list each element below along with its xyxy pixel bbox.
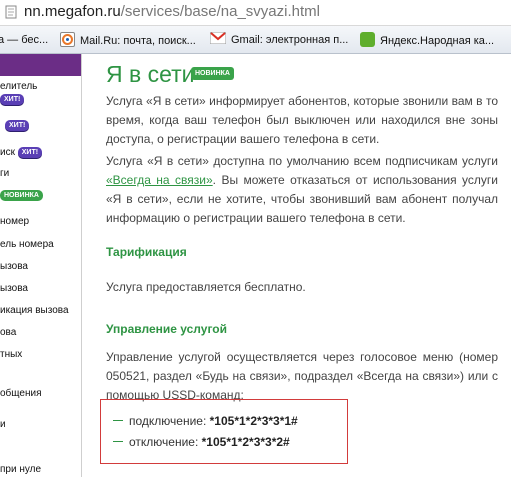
ussd-code: *105*1*2*3*3*2# bbox=[201, 435, 290, 449]
sidebar-item-label: общения bbox=[0, 388, 42, 399]
bookmark-label: а — бес... bbox=[0, 34, 49, 46]
url-text[interactable]: nn.megafon.ru/services/base/na_svyazi.ht… bbox=[24, 3, 320, 21]
url-host: nn.megafon.ru bbox=[24, 3, 121, 20]
bookmark-label: Яндекс.Народная ка... bbox=[380, 35, 495, 47]
sidebar-item-label: и bbox=[0, 419, 6, 430]
sidebar-item[interactable]: ги bbox=[0, 168, 9, 180]
manage-paragraph: Управление услугой осуществляется через … bbox=[106, 350, 498, 402]
sidebar-top-bar bbox=[0, 54, 81, 76]
sidebar-item[interactable]: номер bbox=[0, 216, 29, 228]
hit-badge: ХИТ! bbox=[0, 94, 25, 105]
sidebar-item-label: икация вызова bbox=[0, 305, 69, 316]
sidebar-item-label: ова bbox=[0, 327, 17, 338]
sidebar-item[interactable]: ова bbox=[0, 327, 16, 339]
sidebar-item[interactable]: тных bbox=[0, 349, 22, 361]
ussd-code: *105*1*2*3*3*1# bbox=[209, 414, 298, 428]
sidebar-item-label: ызова bbox=[0, 283, 28, 294]
bookmark-label: Mail.Ru: почта, поиск... bbox=[80, 35, 196, 47]
sidebar: елитель ХИТ! ХИТ! иск ХИТ! ги НОВИНКА но… bbox=[0, 54, 82, 477]
sidebar-item[interactable]: общения bbox=[0, 388, 42, 400]
sidebar-item[interactable]: ель номера bbox=[0, 239, 54, 251]
bookmark-yandex[interactable]: Яндекс.Народная ка... bbox=[360, 32, 494, 48]
new-badge: НОВИНКА bbox=[191, 67, 234, 80]
sidebar-item-label: ги bbox=[0, 168, 10, 179]
mailru-icon bbox=[60, 32, 75, 47]
sidebar-item[interactable]: и bbox=[0, 419, 6, 431]
bookmark-label: Gmail: электронная п... bbox=[231, 34, 349, 46]
cmd-label: подключение: bbox=[129, 414, 207, 428]
sidebar-item[interactable]: при нуле bbox=[0, 464, 41, 476]
gmail-icon bbox=[210, 32, 226, 44]
sidebar-item[interactable]: икация вызова bbox=[0, 305, 69, 317]
sidebar-item-label: елитель bbox=[0, 81, 38, 92]
bookmark-1[interactable]: а — бес... bbox=[0, 32, 48, 48]
bookmark-mailru[interactable]: Mail.Ru: почта, поиск... bbox=[60, 32, 196, 48]
sidebar-item-label: тных bbox=[0, 349, 23, 360]
default-paragraph: Услуга «Я в сети» доступна по умолчанию … bbox=[106, 152, 498, 228]
manage-heading: Управление услугой bbox=[106, 322, 227, 336]
puzzle-icon bbox=[360, 32, 375, 47]
always-connected-link[interactable]: «Всегда на связи» bbox=[106, 173, 213, 187]
ussd-connect: подключение: *105*1*2*3*3*1# bbox=[113, 413, 298, 429]
sidebar-item-label: ель номера bbox=[0, 239, 54, 250]
sidebar-item[interactable]: ызова bbox=[0, 261, 28, 273]
sidebar-item[interactable]: ызова bbox=[0, 283, 28, 295]
url-path: /services/base/na_svyazi.html bbox=[120, 3, 320, 20]
tariff-text: Услуга предоставляется бесплатно. bbox=[106, 280, 306, 294]
tariff-heading: Тарификация bbox=[106, 245, 187, 259]
sidebar-item-label: при нуле bbox=[0, 464, 42, 475]
bookmarks-bar: а — бес... Mail.Ru: почта, поиск... Gmai… bbox=[0, 26, 511, 54]
sidebar-item-label: ызова bbox=[0, 261, 28, 272]
page-icon bbox=[5, 5, 17, 19]
sidebar-item[interactable]: иск ХИТ! bbox=[0, 147, 43, 159]
address-bar[interactable]: nn.megafon.ru/services/base/na_svyazi.ht… bbox=[0, 0, 511, 26]
ussd-disconnect: отключение: *105*1*2*3*3*2# bbox=[113, 434, 290, 450]
hit-badge: ХИТ! bbox=[17, 147, 43, 158]
hit-badge: ХИТ! bbox=[5, 120, 30, 131]
sidebar-item-label: номер bbox=[0, 216, 30, 227]
dash-bullet bbox=[113, 420, 123, 421]
page-title: Я в сети bbox=[106, 61, 195, 87]
para2-text-1: Услуга «Я в сети» доступна по умолчанию … bbox=[106, 154, 498, 168]
bookmark-gmail[interactable]: Gmail: электронная п... bbox=[210, 32, 348, 48]
sidebar-item-label: иск bbox=[0, 147, 15, 159]
sidebar-item[interactable]: елитель bbox=[0, 81, 37, 93]
intro-paragraph: Услуга «Я в сети» информирует абонентов,… bbox=[106, 94, 498, 146]
dash-bullet bbox=[113, 441, 123, 442]
ussd-commands-box: подключение: *105*1*2*3*3*1# отключение:… bbox=[100, 399, 348, 464]
cmd-label: отключение: bbox=[129, 435, 199, 449]
new-badge: НОВИНКА bbox=[0, 190, 43, 201]
